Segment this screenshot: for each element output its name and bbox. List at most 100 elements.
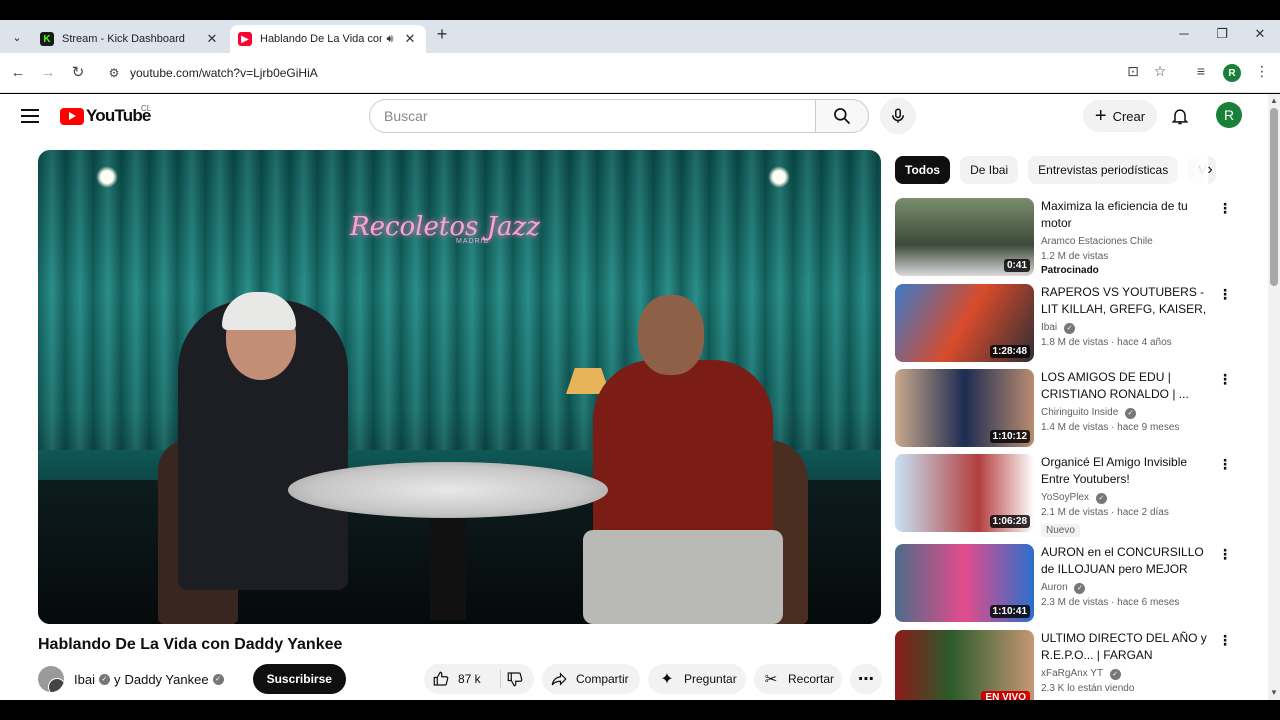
address-bar[interactable]: ⚙ youtube.com/watch?v=Ljrb0eGiHiA [100,59,1178,87]
video-thumbnail[interactable]: 0:41 [895,198,1034,276]
video-duration: 0:41 [1003,259,1030,272]
recommendation-channel[interactable]: YoSoyPlex [1041,492,1089,503]
like-button[interactable]: 87 k [424,670,496,688]
url-text[interactable]: youtube.com/watch?v=Ljrb0eGiHiA [130,66,318,80]
chip-entrevistas[interactable]: Entrevistas periodísticas [1028,156,1179,184]
search-input[interactable] [384,108,815,124]
recommendation-title[interactable]: ULTIMO DIRECTO DEL AÑO y R.E.P.O... | FA… [1041,630,1213,664]
search-box[interactable] [369,99,816,133]
scrollbar-thumb[interactable] [1270,108,1278,286]
recommendation-title[interactable]: Maximiza la eficiencia de tu motor [1041,198,1213,232]
browser-profile-avatar[interactable]: R [1223,64,1241,82]
kebab-menu-icon[interactable]: ⋮ [1217,371,1233,388]
chip-de-ibai[interactable]: De Ibai [960,156,1019,184]
recommendation-channel[interactable]: Aramco Estaciones Chile [1041,234,1213,249]
channel-avatar[interactable] [38,666,64,692]
kebab-menu-icon[interactable]: ⋮ [1217,200,1233,217]
browser-menu-icon[interactable]: ⋮ [1252,63,1272,80]
hamburger-menu-icon[interactable] [20,106,40,126]
recommendation-info: Organicé El Amigo Invisible Entre Youtub… [1041,454,1213,538]
clip-label: Recortar [788,672,835,686]
channel-row: Ibai ✓ y Daddy Yankee ✓ Suscribirse [38,664,346,694]
recommendation-item[interactable]: 1:10:12 LOS AMIGOS DE EDU | CRISTIANO RO… [895,369,1240,449]
media-control-icon[interactable]: ≡ [1191,63,1211,79]
youtube-logo[interactable]: YouTube [60,106,151,126]
kebab-menu-icon[interactable]: ⋮ [1217,456,1233,473]
recommendation-item[interactable]: 0:41 Maximiza la eficiencia de tu motor … [895,198,1240,278]
recommendation-item[interactable]: EN VIVO ULTIMO DIRECTO DEL AÑO y R.E.P.O… [895,630,1240,700]
kick-icon: K [40,32,54,46]
dislike-button[interactable] [496,670,534,688]
recommendation-item[interactable]: 1:10:41 AURON en el CONCURSILLO de ILLOJ… [895,544,1240,624]
verified-icon: ✓ [1109,669,1121,680]
verified-icon: ✓ [98,673,110,685]
kebab-menu-icon[interactable]: ⋮ [1217,632,1233,649]
video-thumbnail[interactable]: 1:06:28 [895,454,1034,532]
new-badge: Nuevo [1041,524,1080,537]
speaker-icon[interactable]: 🔊︎ [382,33,398,46]
video-thumbnail[interactable]: 1:10:12 [895,369,1034,447]
microphone-icon [892,108,904,123]
sponsored-label: Patrocinado [1041,265,1099,276]
more-actions-icon[interactable]: ⋯ [850,664,882,694]
chevron-right-icon[interactable]: › [1200,160,1220,180]
like-divider [500,670,501,688]
voice-search-button[interactable] [880,98,916,134]
neon-sign: Recoletos Jazz [350,212,540,242]
search-icon [834,108,851,125]
tab-close-icon[interactable]: ✕ [402,31,418,47]
recommendation-title[interactable]: Organicé El Amigo Invisible Entre Youtub… [1041,454,1213,488]
recommendation-title[interactable]: LOS AMIGOS DE EDU | CRISTIANO RONALDO | … [1041,369,1213,403]
create-label: Crear [1112,108,1146,124]
search-button[interactable] [815,99,869,133]
subscribe-button[interactable]: Suscribirse [252,664,346,694]
recommendation-title[interactable]: AURON en el CONCURSILLO de ILLOJUAN pero… [1041,544,1213,578]
site-info-icon[interactable]: ⚙ [100,66,128,80]
reload-icon[interactable]: ↻ [68,63,88,83]
page-scrollbar[interactable]: ▲ ▼ [1268,94,1280,700]
create-button[interactable]: + Crear [1083,100,1157,132]
tab-youtube-video[interactable]: ▶ Hablando De La Vida con Daddy Yankee -… [230,25,426,53]
chip-todos[interactable]: Todos [895,156,951,184]
recommendation-channel[interactable]: Ibai [1041,322,1057,333]
video-thumbnail[interactable]: 1:28:48 [895,284,1034,362]
video-thumbnail[interactable]: EN VIVO [895,630,1034,700]
recommendation-channel[interactable]: Chiringuito Inside [1041,407,1118,418]
recommendation-channel[interactable]: xFaRgAnx YT [1041,668,1103,679]
kebab-menu-icon[interactable]: ⋮ [1217,286,1233,303]
minimize-icon[interactable]: ─ [1174,26,1194,41]
scroll-down-icon[interactable]: ▼ [1268,688,1280,697]
recommendation-info: ULTIMO DIRECTO DEL AÑO y R.E.P.O... | FA… [1041,630,1213,696]
video-player[interactable]: Recoletos Jazz MADRID [38,150,881,624]
install-app-icon[interactable]: ⊡ [1123,63,1143,80]
kebab-menu-icon[interactable]: ⋮ [1217,546,1233,563]
window-close-icon[interactable]: ✕ [1250,26,1270,42]
recommendation-info: LOS AMIGOS DE EDU | CRISTIANO RONALDO | … [1041,369,1213,435]
tab-title: Hablando De La Vida con Daddy Yankee - Y… [260,33,382,45]
stage-light [768,166,790,188]
channel-name-b[interactable]: Daddy Yankee [124,672,208,687]
tab-search-chevron-icon[interactable]: ⌄ [6,26,28,48]
restore-icon[interactable]: ❐ [1212,26,1232,42]
recommendation-item[interactable]: 1:06:28 Organicé El Amigo Invisible Entr… [895,454,1240,537]
forward-arrow-icon[interactable]: → [38,63,58,83]
share-button[interactable]: Compartir [542,664,640,694]
clip-button[interactable]: ✂ Recortar [754,664,842,694]
new-tab-plus-icon[interactable]: + [432,24,452,45]
ask-button[interactable]: ✦ Preguntar [648,664,746,694]
channel-name-a[interactable]: Ibai [74,672,95,687]
recommendation-channel-row: Ibai ✓ [1041,320,1213,335]
notifications-bell-icon[interactable] [1168,104,1192,128]
table-stem [430,510,466,620]
tab-kick-dashboard[interactable]: K Stream - Kick Dashboard ✕ [32,25,228,53]
back-arrow-icon[interactable]: ← [8,63,28,83]
bookmark-star-icon[interactable]: ☆ [1150,63,1170,80]
recommendation-item[interactable]: 1:28:48 RAPEROS VS YOUTUBERS - LIT KILLA… [895,284,1240,364]
recommendation-channel[interactable]: Auron [1041,582,1068,593]
account-avatar[interactable]: R [1216,102,1242,128]
ask-label: Preguntar [684,672,737,686]
recommendation-title[interactable]: RAPEROS VS YOUTUBERS - LIT KILLAH, GREFG… [1041,284,1213,318]
video-thumbnail[interactable]: 1:10:41 [895,544,1034,622]
tab-close-icon[interactable]: ✕ [204,31,220,47]
scroll-up-icon[interactable]: ▲ [1268,96,1280,105]
